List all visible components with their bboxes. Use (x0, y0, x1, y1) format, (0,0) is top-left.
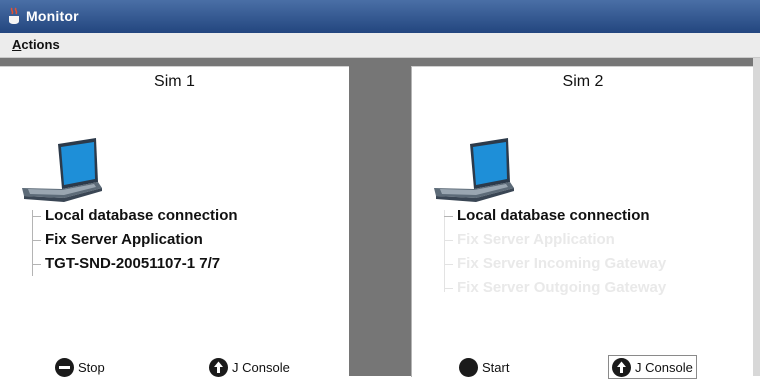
tree-item-label: Fix Server Application (457, 231, 615, 248)
tree-item-label: TGT-SND-20051107-1 7/7 (45, 255, 221, 272)
stop-button[interactable]: Stop (55, 355, 105, 379)
jconsole-button[interactable]: J Console (209, 355, 290, 379)
sim-panel-2: Sim 2 Local database connection Fix Serv… (411, 66, 754, 379)
menu-actions[interactable]: Actions (12, 37, 60, 52)
vertical-scrollbar[interactable] (753, 58, 760, 376)
tree-item-label: Fix Server Outgoing Gateway (457, 279, 667, 296)
tree-item-label: Local database connection (45, 207, 238, 224)
tree-item-label: Fix Server Incoming Gateway (457, 255, 667, 272)
tree-connector (32, 210, 33, 276)
coffee-cup-icon (9, 7, 19, 24)
menu-mnemonic: A (12, 37, 22, 52)
jconsole-button-label: J Console (635, 359, 693, 375)
start-button[interactable]: Start (459, 355, 509, 379)
stop-icon (55, 357, 74, 377)
tree-connector (444, 210, 445, 292)
jconsole-button-label: J Console (232, 359, 290, 375)
sim-panel-1: Sim 1 Local database connection Fix Serv… (0, 66, 349, 377)
panel-title: Sim 2 (562, 73, 604, 90)
tree-item-label: Local database connection (457, 207, 650, 224)
start-icon (459, 357, 478, 377)
tree-item-label: Fix Server Application (45, 231, 203, 248)
jconsole-button[interactable]: J Console (608, 355, 697, 379)
stop-button-label: Stop (78, 359, 105, 375)
window-title: Monitor (26, 8, 79, 24)
menu-bar: Actions (0, 33, 760, 58)
title-bar: Monitor (0, 0, 760, 33)
upload-arrow-icon (612, 357, 631, 377)
panel-title: Sim 1 (154, 73, 195, 90)
laptop-icon (22, 138, 102, 202)
menu-label: ctions (21, 37, 60, 52)
start-button-label: Start (482, 359, 510, 375)
laptop-icon (434, 138, 514, 202)
upload-arrow-icon (209, 357, 228, 377)
